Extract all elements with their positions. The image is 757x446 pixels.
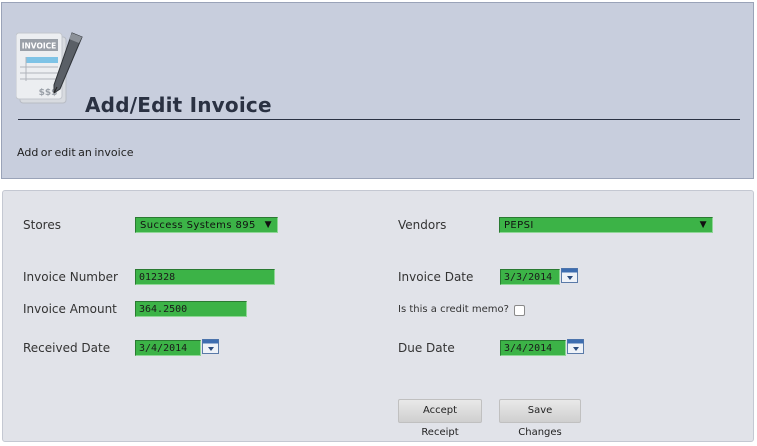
stores-selected-value: Success Systems 895 [140, 220, 256, 231]
invoice-amount-label: Invoice Amount [23, 302, 117, 316]
invoice-number-label: Invoice Number [23, 270, 118, 284]
invoice-date-label: Invoice Date [398, 270, 474, 284]
page-title: Add/Edit Invoice [85, 93, 272, 117]
page-header: INVOICE $$$ Add/Edit Invoice Add or edit… [1, 2, 754, 179]
received-date-label: Received Date [23, 341, 111, 355]
vendors-selected-value: PEPSI [504, 220, 534, 231]
page-subtitle: Add or edit an invoice [17, 146, 134, 159]
invoice-document-with-pen-icon: INVOICE $$$ [16, 32, 83, 104]
invoice-form-panel: Stores Success Systems 895 ▼ Vendors PEP… [2, 190, 754, 442]
chevron-down-icon: ▼ [699, 220, 707, 230]
save-changes-button[interactable]: Save Changes [499, 399, 581, 438]
logo-invoice-text: INVOICE [22, 42, 57, 51]
calendar-icon[interactable] [561, 268, 578, 283]
stores-select[interactable]: Success Systems 895 ▼ [135, 217, 278, 233]
invoice-amount-input[interactable]: 364.2500 [135, 301, 247, 317]
title-divider [18, 119, 740, 120]
due-date-label: Due Date [398, 341, 455, 355]
accept-receipt-button[interactable]: Accept Receipt [398, 399, 482, 438]
vendors-label: Vendors [398, 218, 447, 232]
calendar-icon[interactable] [567, 339, 584, 354]
invoice-date-input[interactable]: 3/3/2014 [500, 269, 560, 285]
credit-memo-checkbox[interactable] [514, 305, 525, 316]
stores-label: Stores [23, 218, 61, 232]
vendors-select[interactable]: PEPSI ▼ [499, 217, 713, 233]
received-date-input[interactable]: 3/4/2014 [135, 340, 201, 356]
due-date-input[interactable]: 3/4/2014 [500, 340, 566, 356]
chevron-down-icon: ▼ [264, 220, 272, 230]
credit-memo-label: Is this a credit memo? [398, 304, 509, 315]
invoice-number-input[interactable]: 012328 [135, 269, 275, 285]
calendar-icon[interactable] [202, 339, 219, 354]
